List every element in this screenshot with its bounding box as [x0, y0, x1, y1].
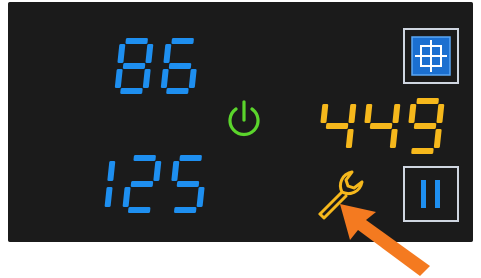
segment-g — [325, 123, 349, 129]
segment-f — [320, 104, 329, 123]
arrow-icon — [340, 204, 430, 276]
control-panel: 86 125 449 — [0, 0, 481, 278]
segment-a — [416, 98, 439, 104]
segment-c — [389, 129, 398, 148]
digit-4 — [320, 104, 357, 148]
segment-g — [369, 123, 393, 129]
crosshair-icon — [411, 36, 451, 76]
segment-b — [348, 104, 357, 123]
segment-b — [392, 104, 401, 123]
segment-c — [345, 129, 354, 148]
segment-g — [413, 123, 437, 129]
segment-d — [411, 148, 434, 154]
segment-f — [408, 104, 417, 123]
segment-b — [436, 104, 445, 123]
power-icon[interactable] — [222, 98, 266, 142]
target-button[interactable] — [403, 28, 459, 84]
digit-9 — [408, 98, 445, 154]
segment-f — [364, 104, 373, 123]
segment-c — [433, 129, 442, 148]
digit-4 — [364, 104, 401, 148]
